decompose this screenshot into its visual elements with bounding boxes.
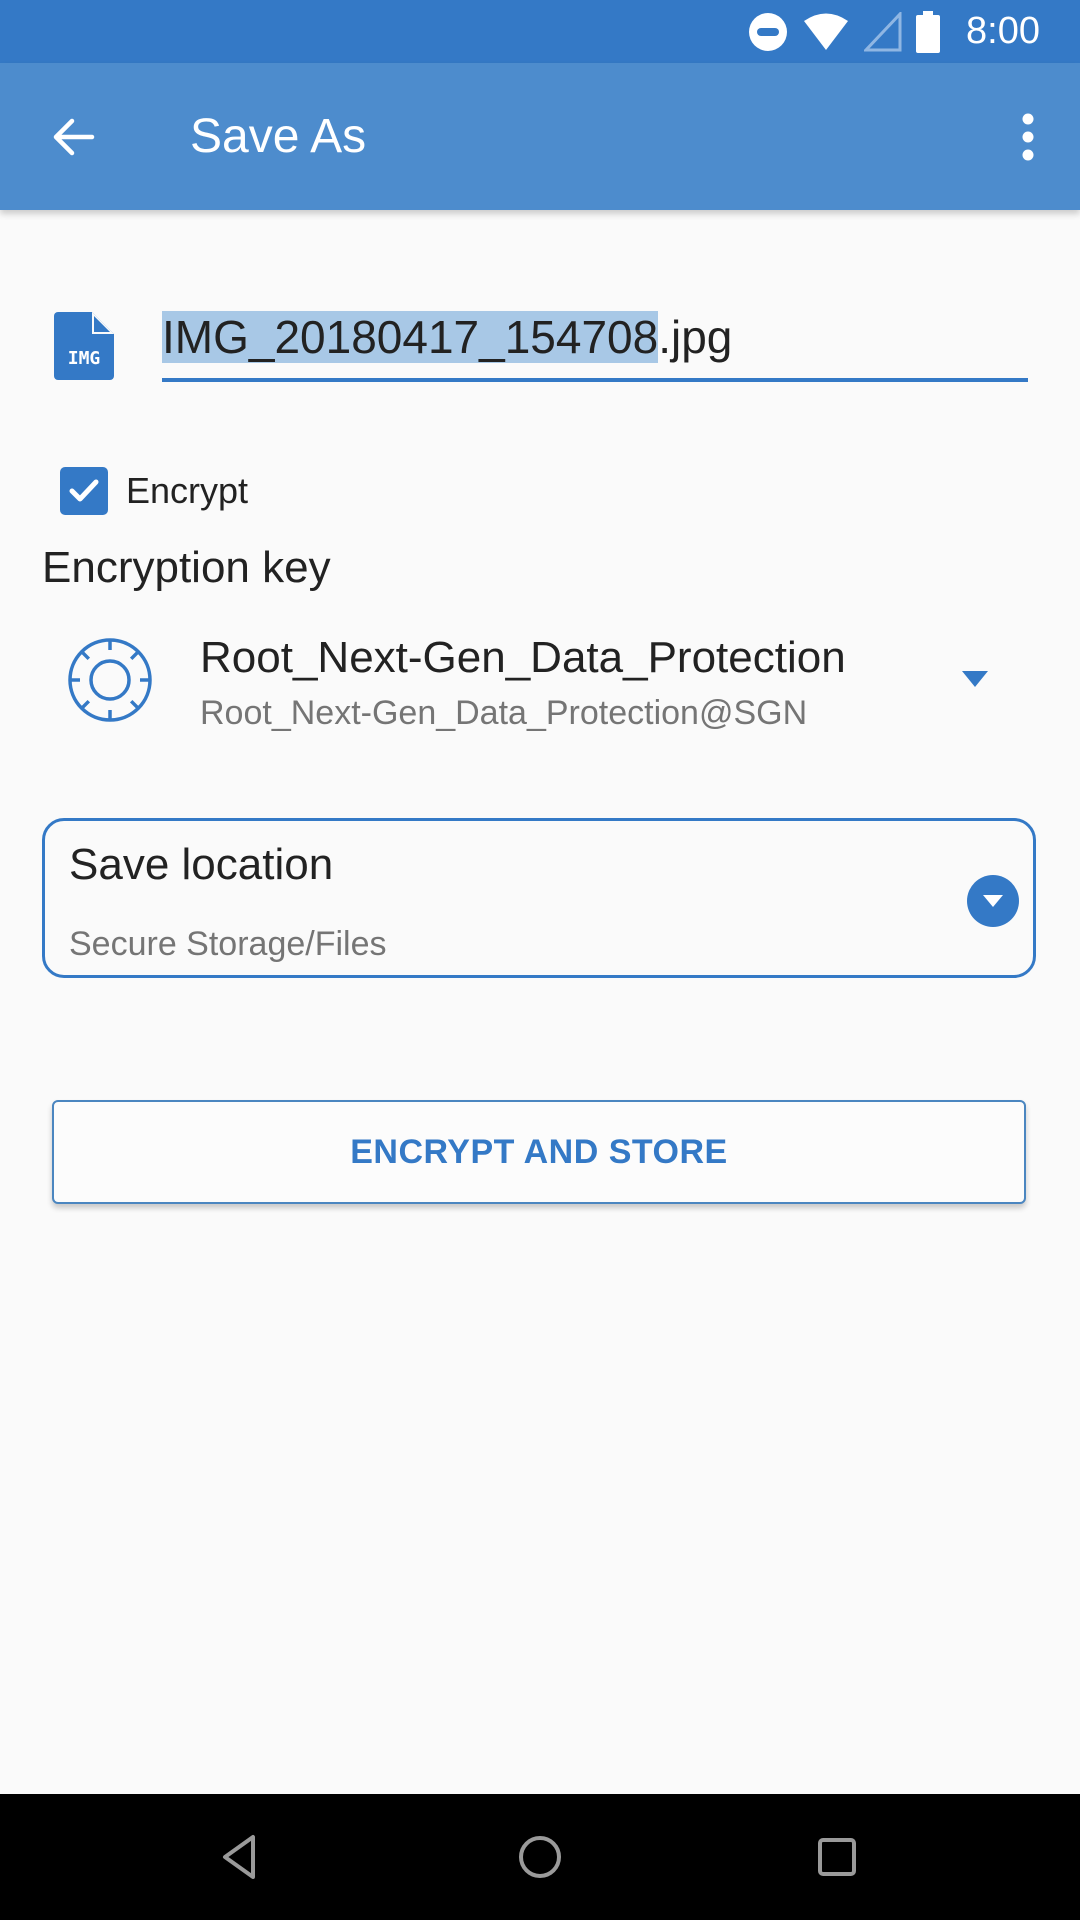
chevron-down-icon: [983, 895, 1003, 907]
encryption-key-id: Root_Next-Gen_Data_Protection@SGN: [200, 694, 808, 732]
filename-text[interactable]: IMG_20180417_154708.jpg: [162, 300, 1028, 374]
app-bar: Save As: [0, 63, 1080, 210]
encrypt-checkbox[interactable]: [60, 467, 108, 515]
nav-back-button[interactable]: [196, 1812, 286, 1902]
do-not-disturb-icon: [749, 12, 788, 51]
encryption-key-name[interactable]: Root_Next-Gen_Data_Protection: [200, 628, 846, 688]
encrypt-label[interactable]: Encrypt: [126, 467, 248, 515]
checkmark-icon: [69, 479, 99, 502]
encryption-key-heading: Encryption key: [42, 543, 331, 592]
status-bar: 8:00: [0, 0, 1080, 63]
encrypt-and-store-button[interactable]: ENCRYPT AND STORE: [52, 1100, 1026, 1204]
key-vault-icon: [68, 638, 152, 722]
nav-home-icon: [519, 1836, 561, 1878]
arrow-left-icon: [53, 118, 95, 156]
nav-recents-button[interactable]: [792, 1812, 882, 1902]
cellular-signal-icon: [864, 11, 902, 51]
save-location-label: Save location: [69, 840, 334, 889]
status-time: 8:00: [966, 10, 1040, 52]
filename-selected-part: IMG_20180417_154708: [162, 311, 659, 363]
image-file-icon: IMG: [54, 312, 114, 380]
nav-recents-icon: [818, 1838, 856, 1876]
save-location-dropdown-button[interactable]: [967, 875, 1019, 927]
nav-home-button[interactable]: [495, 1812, 585, 1902]
filename-extension: .jpg: [658, 311, 733, 363]
wifi-icon: [804, 13, 849, 50]
nav-back-icon: [223, 1835, 255, 1879]
overflow-menu-button[interactable]: [996, 105, 1060, 169]
key-dropdown-arrow-icon[interactable]: [960, 668, 990, 690]
save-location-selector[interactable]: Save location Secure Storage/Files: [42, 818, 1036, 978]
page-title: Save As: [190, 110, 367, 163]
battery-icon: [916, 10, 941, 53]
more-vertical-icon: [1022, 113, 1034, 161]
system-nav-bar: [0, 1794, 1080, 1920]
file-icon-label: IMG: [68, 348, 101, 369]
filename-input[interactable]: IMG_20180417_154708.jpg: [162, 300, 1028, 382]
encrypt-and-store-label: ENCRYPT AND STORE: [350, 1132, 728, 1171]
status-icons: 8:00: [748, 0, 1040, 63]
save-location-value: Secure Storage/Files: [69, 925, 387, 963]
back-button[interactable]: [42, 105, 106, 169]
